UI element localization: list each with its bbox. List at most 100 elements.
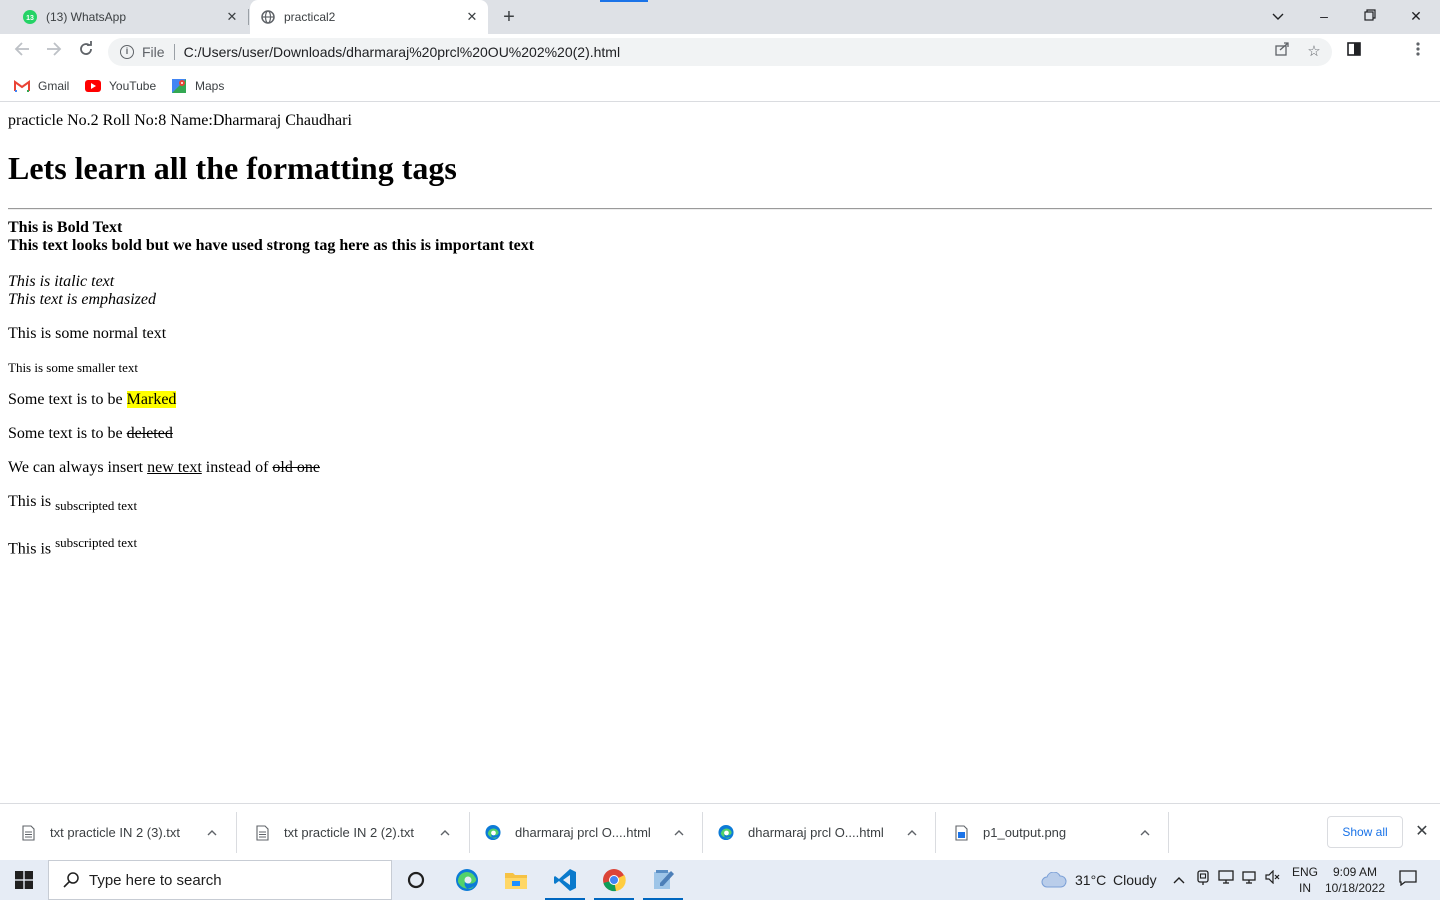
download-filename: txt practicle IN 2 (3).txt	[50, 825, 181, 840]
inserted-text: new text	[147, 459, 202, 476]
download-item[interactable]: txt practicle IN 2 (2).txt	[254, 804, 468, 861]
bookmark-label: Gmail	[38, 79, 70, 93]
bookmark-label: Maps	[195, 79, 225, 93]
page-heading: Lets learn all the formatting tags	[8, 150, 457, 186]
forward-arrow-icon[interactable]	[42, 40, 66, 64]
show-all-button[interactable]: Show all	[1327, 816, 1403, 848]
url-text[interactable]: C:/Users/user/Downloads/dharmaraj%20prcl…	[184, 44, 621, 60]
close-window-button[interactable]: ✕	[1404, 5, 1428, 27]
back-arrow-icon[interactable]	[10, 40, 34, 64]
text-file-icon	[20, 824, 36, 842]
search-icon	[63, 872, 79, 888]
download-separator	[469, 812, 470, 853]
strong-text: This text looks bold but we have used st…	[8, 237, 535, 254]
new-tab-button[interactable]: +	[498, 7, 520, 29]
weather-temp[interactable]: 31°C	[1075, 872, 1106, 888]
cortana-icon[interactable]	[392, 860, 440, 900]
tab-strip-accent	[600, 0, 648, 2]
chevron-up-icon[interactable]	[437, 824, 453, 840]
emphasized-text: This text is emphasized	[8, 291, 156, 308]
site-info-icon[interactable]: i	[120, 45, 134, 59]
download-separator	[1168, 812, 1169, 853]
tab-practical2[interactable]: practical2 ✕	[250, 0, 488, 34]
tab-search-dropdown-icon[interactable]	[1266, 5, 1290, 27]
weather-cloud-icon[interactable]	[1038, 860, 1070, 900]
italic-text: This is italic text	[8, 273, 115, 290]
image-file-icon	[953, 824, 969, 842]
bookmark-youtube[interactable]: YouTube	[85, 76, 156, 96]
intro-text: practicle No.2 Roll No:8 Name:Dharmaraj …	[8, 112, 352, 129]
edge-icon	[718, 824, 734, 842]
notification-icon[interactable]	[1398, 870, 1418, 890]
windows-start-icon[interactable]	[0, 860, 48, 900]
weather-condition[interactable]: Cloudy	[1113, 872, 1157, 888]
address-bar[interactable]: i File C:/Users/user/Downloads/dharmaraj…	[108, 38, 1332, 66]
insert-prefix: We can always insert	[8, 459, 148, 476]
download-item[interactable]: p1_output.png	[953, 804, 1167, 861]
bold-text: This is Bold Text	[8, 219, 123, 236]
normal-text: This is some normal text	[8, 325, 167, 342]
download-filename: txt practicle IN 2 (2).txt	[284, 825, 415, 840]
download-item[interactable]: dharmaraj prcl O....html	[485, 804, 701, 861]
page-content: practicle No.2 Roll No:8 Name:Dharmaraj …	[0, 103, 1440, 803]
language-indicator[interactable]: ENG IN	[1288, 864, 1322, 896]
deleted-text: deleted	[126, 425, 173, 442]
download-item[interactable]: txt practicle IN 2 (3).txt	[20, 804, 236, 861]
tab-whatsapp[interactable]: 13 (13) WhatsApp ✕	[12, 0, 248, 34]
close-download-bar-icon[interactable]: ✕	[1412, 822, 1432, 842]
volume-muted-icon[interactable]	[1264, 869, 1282, 890]
reload-icon[interactable]	[74, 40, 98, 64]
tab-close-icon[interactable]: ✕	[224, 9, 240, 25]
bookmark-gmail[interactable]: Gmail	[14, 76, 69, 96]
clock-date: 10/18/2022	[1324, 881, 1386, 895]
chevron-up-icon[interactable]	[1137, 824, 1153, 840]
download-filename: dharmaraj prcl O....html	[515, 825, 651, 840]
file-explorer-icon[interactable]	[492, 860, 540, 900]
edge-taskbar-icon[interactable]	[443, 860, 491, 900]
chevron-up-icon[interactable]	[671, 824, 687, 840]
chevron-up-icon[interactable]	[1170, 870, 1188, 890]
language-line2: IN	[1299, 881, 1311, 895]
subscript-text: subscripted text	[55, 498, 138, 514]
scheme-label: File	[142, 44, 165, 60]
bookmark-star-icon[interactable]: ☆	[1302, 40, 1326, 64]
restore-button[interactable]	[1358, 5, 1382, 27]
language-line1: ENG	[1291, 865, 1318, 879]
maps-icon	[171, 78, 187, 94]
bookmark-label: YouTube	[109, 79, 157, 93]
download-separator	[236, 812, 237, 853]
download-item[interactable]: dharmaraj prcl O....html	[718, 804, 934, 861]
chrome-icon[interactable]	[590, 860, 638, 900]
clock-time: 9:09 AM	[1332, 865, 1378, 879]
browser-toolbar: i File C:/Users/user/Downloads/dharmaraj…	[0, 34, 1440, 96]
download-bar: txt practicle IN 2 (3).txt txt practicle…	[0, 803, 1440, 860]
youtube-icon	[85, 78, 101, 94]
address-separator	[173, 44, 175, 60]
vscode-icon[interactable]	[541, 860, 589, 900]
network-icon[interactable]	[1217, 870, 1235, 890]
share-icon[interactable]	[1270, 40, 1294, 64]
display-icon[interactable]	[1241, 870, 1259, 890]
taskbar-search-input[interactable]: Type here to search	[48, 860, 392, 900]
tab-close-icon[interactable]: ✕	[464, 9, 480, 25]
side-panel-icon[interactable]	[1342, 40, 1366, 64]
edge-icon	[485, 824, 501, 842]
chevron-up-icon[interactable]	[204, 824, 220, 840]
subscript-prefix: This is	[8, 493, 56, 510]
minimize-button[interactable]: –	[1312, 5, 1336, 27]
tab-separator	[248, 9, 249, 25]
windows-taskbar: Type here to search 31°C Cloudy ENG IN 9…	[0, 860, 1440, 900]
notepad-icon[interactable]	[639, 860, 687, 900]
download-filename: dharmaraj prcl O....html	[748, 825, 884, 840]
superscript-line: This is subscripted text	[8, 535, 137, 558]
meet-now-icon[interactable]	[1194, 870, 1212, 890]
mark-line: Some text is to be Marked	[8, 391, 177, 409]
menu-kebab-icon[interactable]	[1406, 40, 1430, 64]
chevron-up-icon[interactable]	[904, 824, 920, 840]
search-placeholder: Type here to search	[89, 871, 222, 889]
bookmarks-bar: Gmail YouTube Maps	[0, 70, 1440, 102]
clock[interactable]: 9:09 AM 10/18/2022	[1322, 864, 1388, 896]
marked-text: Marked	[126, 391, 177, 408]
bookmark-maps[interactable]: Maps	[171, 76, 224, 96]
small-text: This is some smaller text	[8, 360, 138, 375]
